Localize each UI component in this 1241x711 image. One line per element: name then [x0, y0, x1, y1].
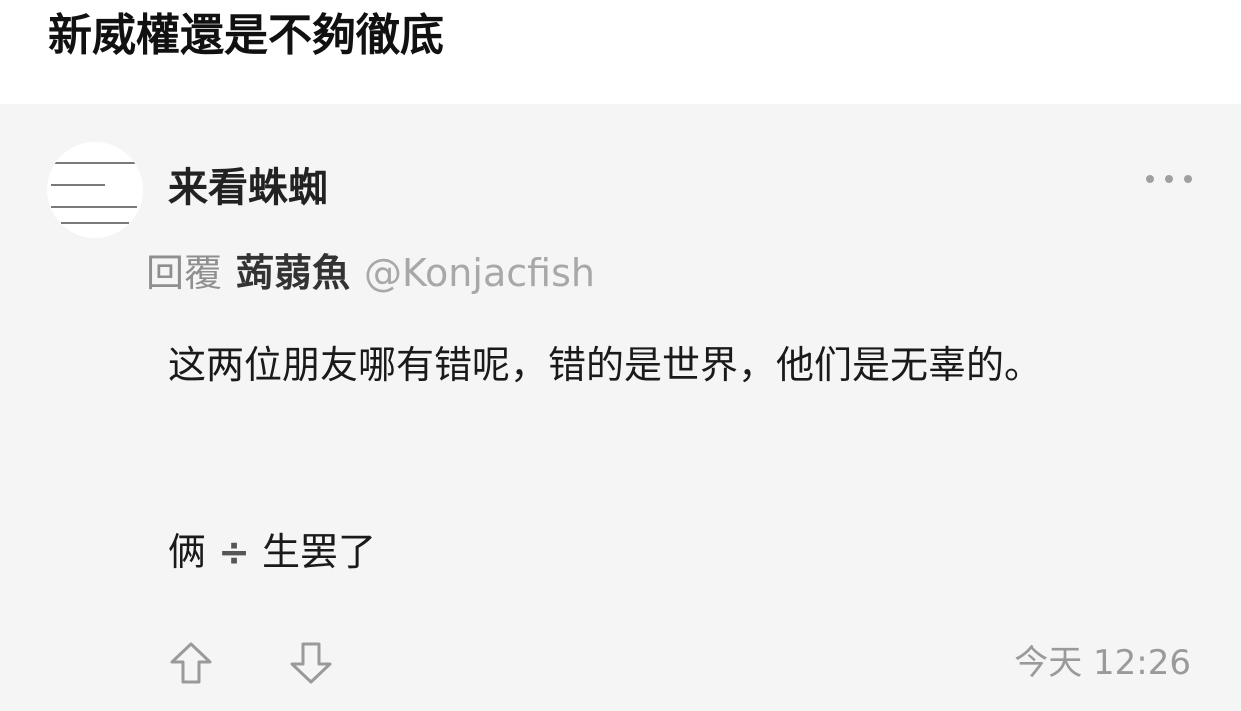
- reply-reference: 回覆 蒟蒻魚 @Konjacfish: [146, 250, 595, 296]
- reply-to-name[interactable]: 蒟蒻魚: [236, 251, 350, 295]
- comment-timestamp: 今天 12:26: [1014, 643, 1191, 683]
- page: 新威權還是不夠徹底 来看蛛蜘 回覆 蒟蒻魚 @Konjacfish 这两位朋友哪有错…: [0, 0, 1241, 711]
- more-options-button[interactable]: [1146, 166, 1192, 192]
- comment-username[interactable]: 来看蛛蜘: [168, 164, 328, 212]
- more-dot: [1165, 175, 1173, 183]
- more-dots-icon: [1146, 175, 1154, 183]
- comment-body-line1: 这两位朋友哪有错呢，错的是世界，他们是无辜的。: [168, 343, 1043, 387]
- reply-prefix: 回覆: [146, 251, 223, 295]
- arrow-up-outline-icon: [170, 642, 212, 684]
- comment-card: 来看蛛蜘 回覆 蒟蒻魚 @Konjacfish 这两位朋友哪有错呢，错的是世界，他们…: [0, 104, 1241, 711]
- arrow-down-outline-icon: [290, 642, 332, 684]
- body-line2-post: 生罢了: [262, 530, 377, 574]
- thread-header: 新威權還是不夠徹底: [0, 0, 1241, 104]
- divide-sign-icon: ÷: [218, 530, 250, 574]
- more-dot: [1184, 175, 1192, 183]
- avatar[interactable]: [47, 142, 143, 238]
- comment-body: 这两位朋友哪有错呢，错的是世界，他们是无辜的。: [168, 330, 1148, 400]
- comment-body-line2: 俩 ÷ 生罢了: [168, 527, 376, 577]
- upvote-button[interactable]: [168, 640, 214, 686]
- thread-title: 新威權還是不夠徹底: [48, 10, 444, 61]
- downvote-button[interactable]: [288, 640, 334, 686]
- reply-to-handle[interactable]: @Konjacfish: [364, 251, 595, 295]
- body-line2-pre: 俩: [168, 530, 207, 574]
